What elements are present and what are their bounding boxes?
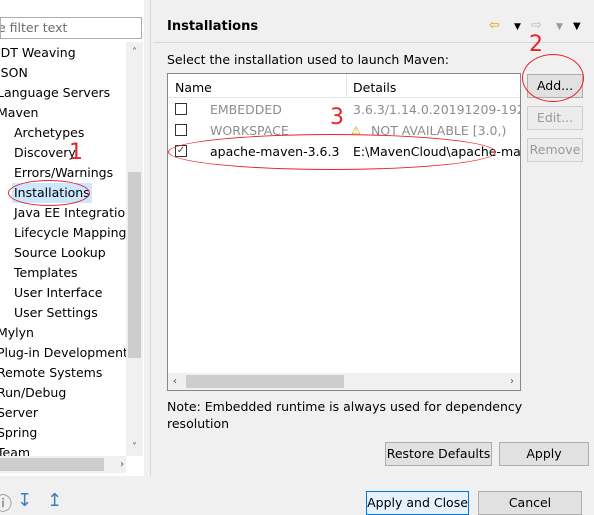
header-separator [154,42,594,43]
export-icon[interactable]: ↥ [47,490,62,511]
remove-button: Remove [527,138,583,162]
tree-horizontal-scrollbar[interactable]: › [0,456,126,473]
tree-item-templates[interactable]: Templates [14,263,78,283]
tree-item-server[interactable]: Server [0,403,38,423]
scroll-down-icon[interactable]: ˅ [126,439,143,456]
view-menu-icon[interactable]: ▼ [573,21,581,32]
tree-item-user-settings[interactable]: User Settings [14,303,98,323]
tree-item-jdt-weaving[interactable]: JDT Weaving [0,43,76,63]
tree-item-source-lookup[interactable]: Source Lookup [14,243,106,263]
table-scroll-thumb[interactable] [186,375,344,388]
tree-item-json[interactable]: JSON [0,63,28,83]
embedded-runtime-note: Note: Embedded runtime is always used fo… [167,399,523,431]
apply-button[interactable]: Apply [499,442,589,466]
scroll-right-icon[interactable]: › [510,373,514,390]
tree-item-maven[interactable]: Maven [0,103,38,123]
tree-vertical-scrollbar[interactable]: ˄ ˅ [126,42,143,456]
table-header: Name Details [168,74,520,98]
annotation-oval-add [522,54,584,102]
tree-item-spring[interactable]: Spring [0,423,37,443]
tree-hscroll-thumb[interactable] [0,458,104,471]
tree-item-language-servers[interactable]: Language Servers [0,83,110,103]
tree-item-lifecycle-mappings[interactable]: Lifecycle Mappings [14,223,133,243]
annotation-number-2: 2 [529,32,543,57]
scroll-left-icon[interactable]: ‹ [173,373,177,390]
forward-dropdown-icon: ▼ [556,22,563,32]
column-header-details[interactable]: Details [353,80,396,95]
annotation-oval-installations [8,180,90,206]
row-checkbox[interactable] [175,124,187,136]
scroll-up-icon[interactable]: ˄ [126,44,143,61]
installations-prompt: Select the installation used to launch M… [167,52,449,67]
installation-details: 3.6.3/1.14.0.20191209-1923 [353,102,521,117]
tree-scroll-thumb[interactable] [128,172,141,358]
page-title: Installations [167,19,259,34]
tree-item-run-debug[interactable]: Run/Debug [0,383,66,403]
tree-item-user-interface[interactable]: User Interface [14,283,102,303]
annotation-oval-maven-row [168,134,496,170]
back-dropdown-icon[interactable]: ▼ [514,22,521,32]
row-checkbox[interactable] [175,103,187,115]
column-header-name[interactable]: Name [175,80,212,95]
installations-table[interactable]: Name Details EMBEDDED 3.6.3/1.14.0.20191… [167,73,521,391]
help-icon[interactable]: ⓘ [0,490,12,515]
forward-arrow-icon: ⇨ [531,18,542,33]
tree-item-java-ee-integration[interactable]: Java EE Integration [14,203,133,223]
scroll-right-icon[interactable]: › [120,456,124,473]
tree-item-plugin-development[interactable]: Plug-in Development [0,343,128,363]
tree-item-mylyn[interactable]: Mylyn [0,323,34,343]
filter-input[interactable]: e filter text [0,17,142,39]
panel-divider[interactable] [150,0,151,476]
installation-name: EMBEDDED [210,102,282,117]
annotation-number-1: 1 [69,140,83,165]
annotation-number-3: 3 [330,105,344,130]
preferences-tree-panel: e filter text JDT Weaving JSON Language … [0,0,144,476]
import-icon[interactable]: ↧ [17,490,32,511]
table-row[interactable]: EMBEDDED 3.6.3/1.14.0.20191209-1923 [168,99,520,120]
back-arrow-icon[interactable]: ⇦ [489,18,500,33]
cancel-button[interactable]: Cancel [478,491,582,515]
tree-item-remote-systems[interactable]: Remote Systems [0,363,102,383]
tree-item-discovery[interactable]: Discovery [14,143,76,163]
table-horizontal-scrollbar[interactable]: ‹ › [168,373,520,390]
restore-defaults-button[interactable]: Restore Defaults [385,442,492,466]
edit-button: Edit... [527,106,583,130]
column-separator[interactable] [346,74,347,98]
apply-and-close-button[interactable]: Apply and Close [366,491,469,515]
